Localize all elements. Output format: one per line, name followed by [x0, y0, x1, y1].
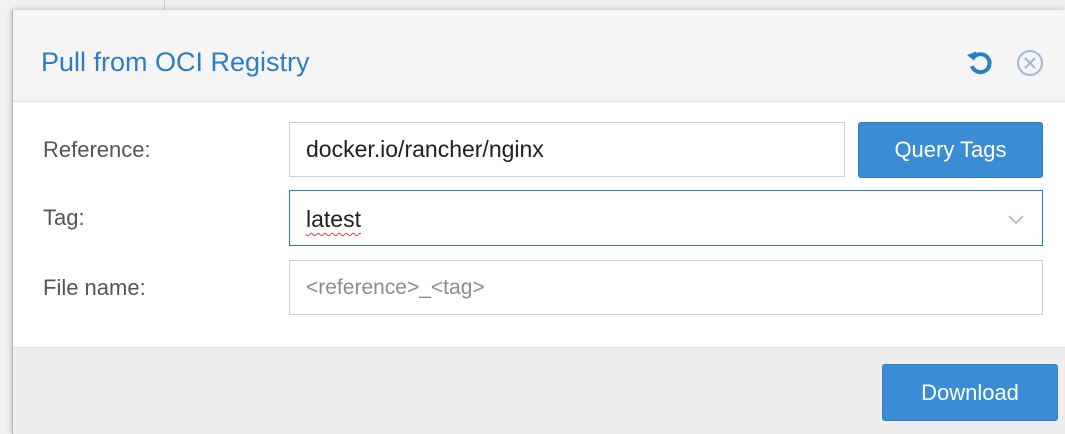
close-button[interactable]: [1013, 46, 1047, 80]
reference-label: Reference:: [43, 137, 151, 162]
reference-input[interactable]: [289, 122, 845, 177]
dialog-title: Pull from OCI Registry: [41, 47, 310, 77]
chevron-down-icon[interactable]: [1006, 209, 1026, 229]
tag-label: Tag:: [43, 205, 85, 230]
query-tags-button[interactable]: Query Tags: [858, 122, 1043, 178]
file-name-label: File name:: [43, 275, 146, 300]
background-divider: [164, 0, 165, 10]
tag-select-value: latest: [306, 206, 361, 232]
close-icon: [1017, 50, 1043, 76]
pull-oci-dialog: Pull from OCI Registry Reference: Query …: [12, 10, 1065, 434]
file-name-input[interactable]: [289, 260, 1043, 315]
dialog-body: Reference: Query Tags Tag: latest File n…: [13, 102, 1065, 347]
reference-row: Reference: Query Tags: [13, 122, 1065, 180]
reset-button[interactable]: [963, 46, 997, 80]
tag-row: Tag: latest: [13, 190, 1065, 248]
download-button[interactable]: Download: [882, 364, 1058, 421]
reset-icon: [966, 51, 992, 75]
dialog-footer: Download: [13, 347, 1065, 434]
dialog-header: Pull from OCI Registry: [13, 10, 1065, 102]
file-name-row: File name:: [13, 260, 1065, 318]
tag-select[interactable]: latest: [289, 190, 1043, 246]
